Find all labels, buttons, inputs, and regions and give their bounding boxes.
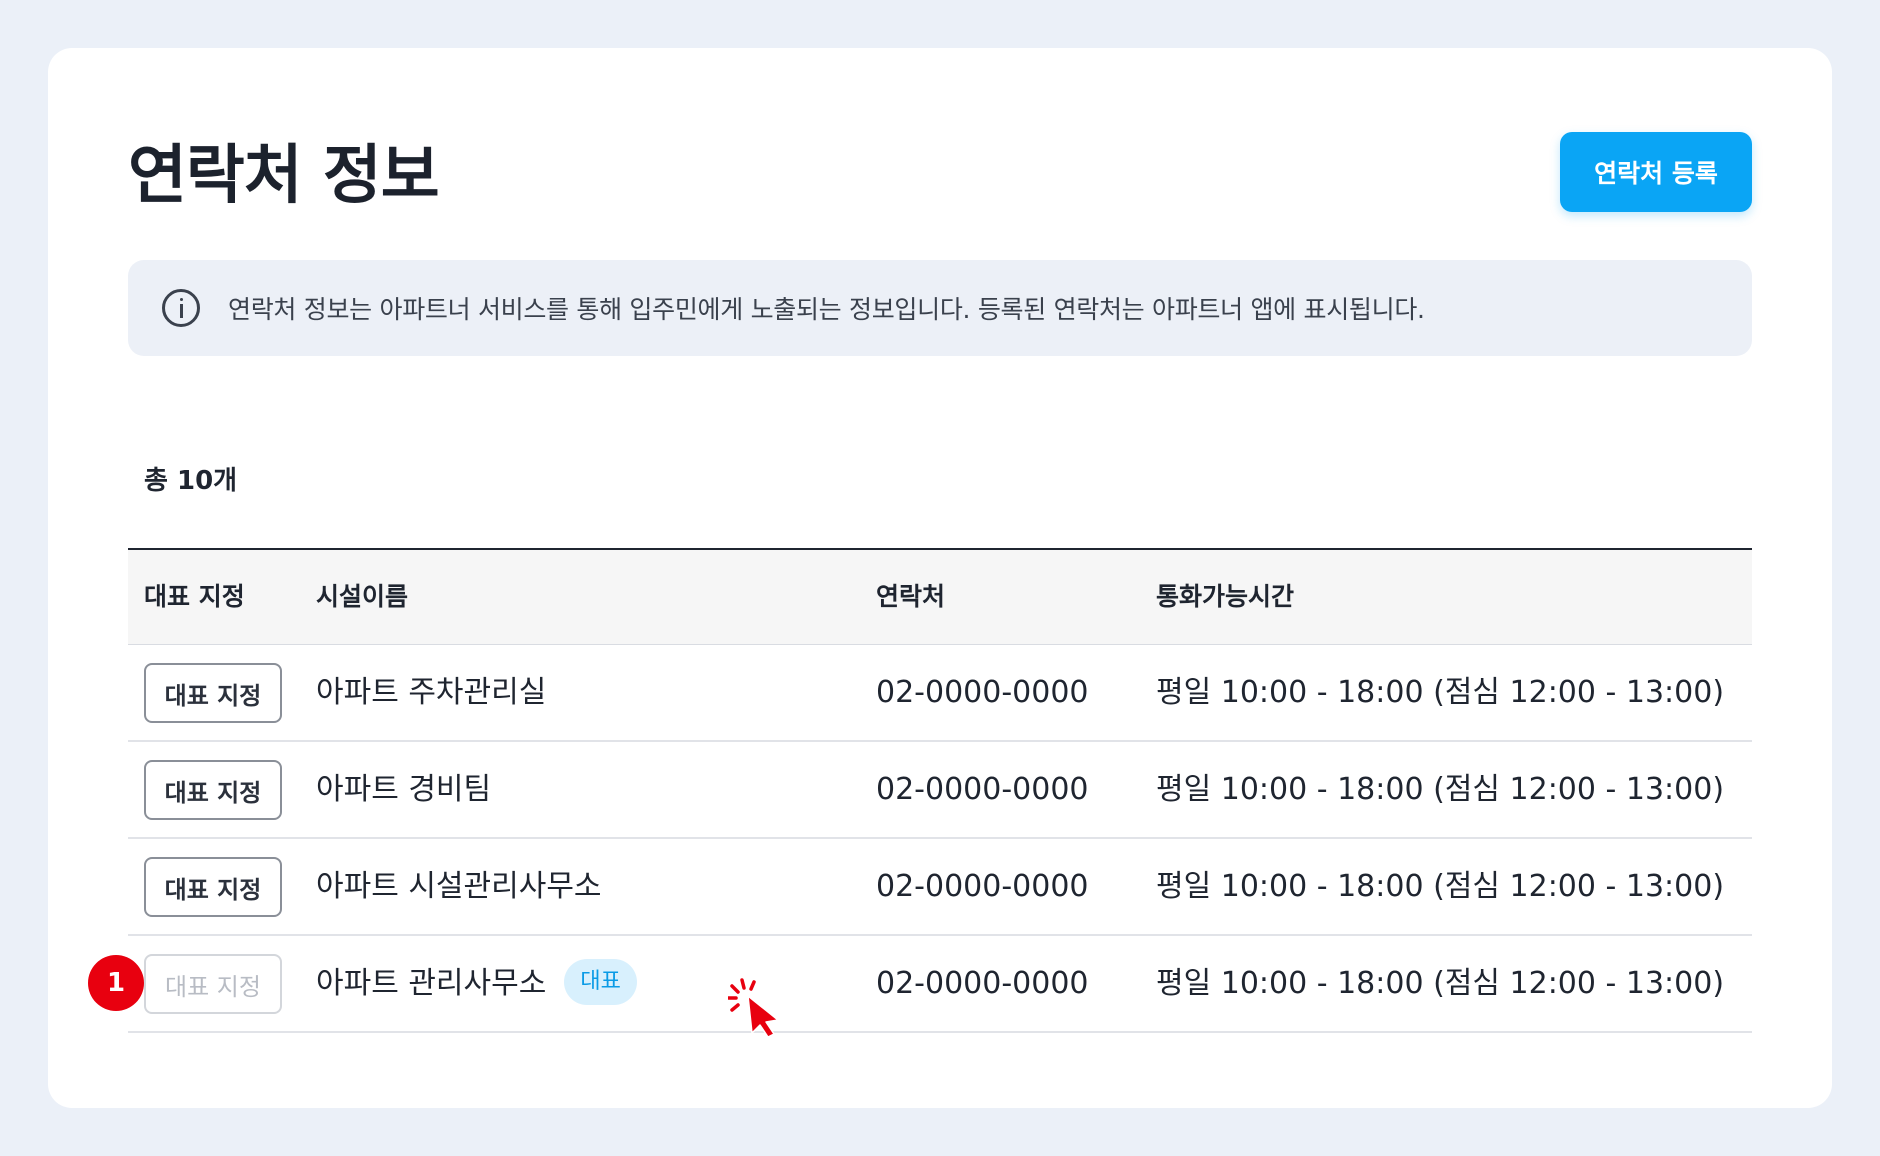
set-primary-button[interactable]: 대표 지정: [144, 663, 282, 723]
primary-badge: 대표: [564, 958, 637, 1005]
table-row: 대표 지정 아파트 주차관리실 02-0000-0000 평일 10:00 - …: [128, 645, 1752, 742]
set-primary-button-disabled: 대표 지정: [144, 954, 282, 1014]
info-icon: [162, 289, 200, 327]
call-hours: 평일 10:00 - 18:00 (점심 12:00 - 13:00): [1156, 869, 1725, 904]
contact-table: 대표 지정 시설이름 연락처 통화가능시간 대표 지정 아파트 주차관리실 02…: [128, 548, 1752, 1033]
phone-number: 02-0000-0000: [876, 966, 1089, 1001]
facility-name: 아파트 경비팀: [316, 772, 492, 807]
header-hours: 통화가능시간: [1156, 582, 1295, 611]
header-facility: 시설이름: [316, 582, 409, 611]
info-notice: 연락처 정보는 아파트너 서비스를 통해 입주민에게 노출되는 정보입니다. 등…: [128, 260, 1752, 356]
table-row: 대표 지정 아파트 시설관리사무소 02-0000-0000 평일 10:00 …: [128, 839, 1752, 936]
set-primary-button[interactable]: 대표 지정: [144, 857, 282, 917]
step-marker: 1: [88, 955, 144, 1011]
table-row: 대표 지정 아파트 경비팀 02-0000-0000 평일 10:00 - 18…: [128, 742, 1752, 839]
notice-text: 연락처 정보는 아파트너 서비스를 통해 입주민에게 노출되는 정보입니다. 등…: [228, 295, 1425, 324]
phone-number: 02-0000-0000: [876, 675, 1089, 710]
header-phone: 연락처: [876, 582, 946, 611]
facility-name-cell: 아파트 관리사무소 대표: [316, 936, 637, 1031]
total-count: 총 10개: [144, 466, 238, 496]
call-hours: 평일 10:00 - 18:00 (점심 12:00 - 13:00): [1156, 675, 1725, 710]
call-hours: 평일 10:00 - 18:00 (점심 12:00 - 13:00): [1156, 772, 1725, 807]
call-hours: 평일 10:00 - 18:00 (점심 12:00 - 13:00): [1156, 966, 1725, 1001]
register-contact-button[interactable]: 연락처 등록: [1560, 132, 1752, 212]
facility-name: 아파트 관리사무소: [316, 966, 547, 1001]
click-cursor-icon: [728, 978, 779, 1038]
phone-number: 02-0000-0000: [876, 869, 1089, 904]
facility-name: 아파트 시설관리사무소: [316, 869, 602, 904]
table-header: 대표 지정 시설이름 연락처 통화가능시간: [128, 550, 1752, 645]
contact-info-card: 연락처 정보 연락처 등록 연락처 정보는 아파트너 서비스를 통해 입주민에게…: [48, 48, 1832, 1108]
table-row: 대표 지정 아파트 관리사무소 대표 02-0000-0000 평일 10:00 …: [128, 936, 1752, 1033]
set-primary-button[interactable]: 대표 지정: [144, 760, 282, 820]
header-primary: 대표 지정: [144, 582, 245, 611]
page-title: 연락처 정보: [128, 139, 440, 213]
facility-name: 아파트 주차관리실: [316, 675, 547, 710]
phone-number: 02-0000-0000: [876, 772, 1089, 807]
